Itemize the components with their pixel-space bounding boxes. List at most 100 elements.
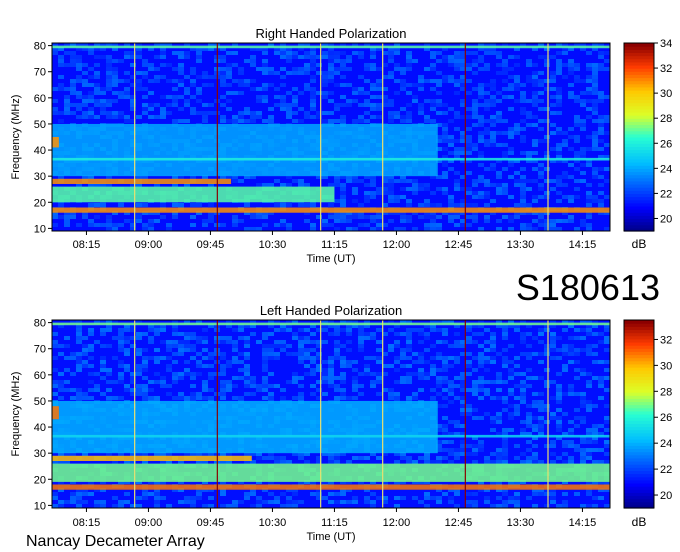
noise-cell [556, 408, 562, 412]
noise-cell [556, 420, 562, 424]
noise-cell [454, 504, 460, 508]
noise-cell [112, 336, 118, 340]
noise-cell [520, 392, 526, 396]
noise-cell [592, 79, 598, 83]
noise-cell [424, 376, 430, 380]
noise-cell [178, 332, 184, 336]
noise-cell [484, 139, 490, 143]
noise-cell [100, 91, 106, 95]
noise-cell [430, 227, 436, 231]
noise-cell [280, 95, 286, 99]
noise-cell [304, 328, 310, 332]
noise-cell [550, 344, 556, 348]
noise-cell [568, 199, 574, 203]
noise-cell [580, 452, 586, 456]
noise-cell [340, 191, 346, 195]
noise-cell [496, 452, 502, 456]
noise-cell [160, 203, 166, 207]
noise-cell [496, 504, 502, 508]
noise-cell [274, 344, 280, 348]
emission-band-6 [52, 322, 610, 326]
noise-cell [502, 408, 508, 412]
noise-cell [400, 215, 406, 219]
noise-cell [280, 223, 286, 227]
noise-cell [472, 392, 478, 396]
noise-cell [352, 384, 358, 388]
noise-cell [520, 91, 526, 95]
noise-cell [448, 55, 454, 59]
noise-cell [514, 412, 520, 416]
noise-cell [478, 195, 484, 199]
noise-cell [298, 55, 304, 59]
noise-cell [142, 364, 148, 368]
noise-cell [454, 111, 460, 115]
noise-cell [418, 360, 424, 364]
noise-cell [598, 127, 604, 131]
noise-cell [292, 492, 298, 496]
noise-cell [352, 376, 358, 380]
noise-cell [172, 396, 178, 400]
noise-cell [250, 392, 256, 396]
noise-cell [550, 460, 556, 464]
noise-cell [334, 179, 340, 183]
noise-cell [484, 356, 490, 360]
noise-cell [58, 119, 64, 123]
noise-cell [556, 336, 562, 340]
noise-cell [436, 456, 442, 460]
noise-cell [484, 496, 490, 500]
noise-cell [112, 99, 118, 103]
noise-cell [538, 392, 544, 396]
noise-cell [262, 71, 268, 75]
colorbar: 2022242628303234dB [623, 38, 672, 251]
noise-cell [328, 356, 334, 360]
noise-cell [448, 400, 454, 404]
noise-cell [70, 356, 76, 360]
noise-cell [562, 143, 568, 147]
noise-cell [412, 372, 418, 376]
noise-cell [100, 55, 106, 59]
noise-cell [592, 167, 598, 171]
noise-cell [244, 364, 250, 368]
noise-cell [550, 95, 556, 99]
noise-cell [58, 75, 64, 79]
noise-cell [442, 135, 448, 139]
noise-cell [544, 191, 550, 195]
noise-cell [436, 99, 442, 103]
noise-cell [220, 364, 226, 368]
noise-cell [400, 356, 406, 360]
noise-cell [142, 384, 148, 388]
noise-cell [514, 123, 520, 127]
noise-cell [424, 372, 430, 376]
noise-cell [448, 143, 454, 147]
noise-cell [556, 127, 562, 131]
noise-cell [328, 71, 334, 75]
noise-cell [286, 111, 292, 115]
noise-cell [502, 500, 508, 504]
noise-cell [454, 147, 460, 151]
noise-cell [148, 388, 154, 392]
noise-cell [406, 199, 412, 203]
noise-cell [118, 344, 124, 348]
noise-cell [340, 364, 346, 368]
noise-cell [550, 452, 556, 456]
noise-cell [430, 496, 436, 500]
noise-cell [160, 107, 166, 111]
noise-cell [172, 344, 178, 348]
noise-cell [454, 183, 460, 187]
noise-cell [448, 380, 454, 384]
noise-cell [262, 63, 268, 67]
noise-cell [520, 191, 526, 195]
noise-cell [406, 328, 412, 332]
noise-cell [592, 83, 598, 87]
noise-cell [208, 75, 214, 79]
noise-cell [64, 107, 70, 111]
noise-cell [496, 448, 502, 452]
noise-cell [310, 107, 316, 111]
noise-cell [52, 87, 58, 91]
x-tick-label: 09:00 [135, 517, 163, 529]
y-tick-label: 30 [34, 448, 46, 460]
noise-cell [106, 380, 112, 384]
noise-cell [136, 79, 142, 83]
noise-cell [190, 67, 196, 71]
noise-cell [532, 452, 538, 456]
